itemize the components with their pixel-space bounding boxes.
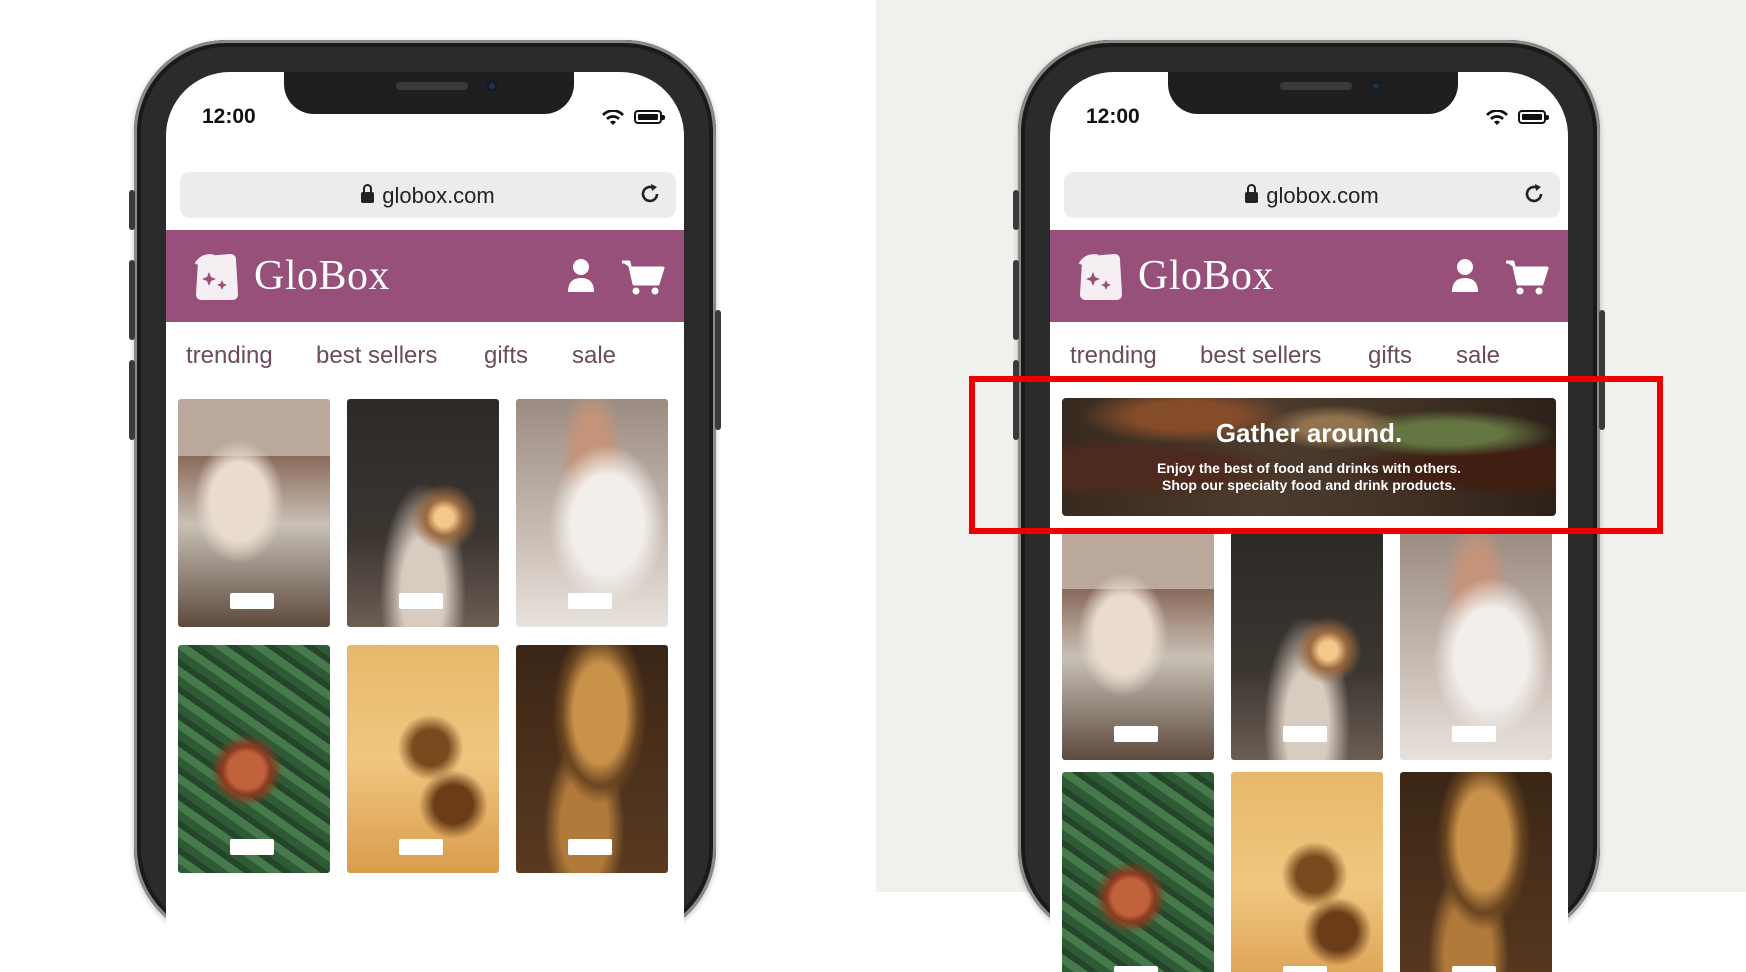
battery-icon (634, 110, 665, 124)
product-label (1452, 966, 1496, 972)
product-label (568, 839, 612, 855)
product-label (1114, 726, 1158, 742)
address-bar[interactable]: globox.com (180, 172, 676, 218)
product-tile[interactable] (1062, 772, 1214, 972)
url-text: globox.com (1266, 183, 1379, 208)
product-tile[interactable] (1400, 772, 1552, 972)
tab-sale[interactable]: sale (1456, 342, 1500, 370)
user-icon[interactable] (566, 258, 596, 294)
tab-gifts[interactable]: gifts (1368, 342, 1412, 370)
site-header: GloBox (1050, 230, 1568, 322)
product-tile[interactable] (516, 399, 668, 627)
product-label (1283, 726, 1327, 742)
address-bar[interactable]: globox.com (1064, 172, 1560, 218)
product-tile[interactable] (347, 645, 499, 873)
user-icon[interactable] (1450, 258, 1480, 294)
tab-sale[interactable]: sale (572, 342, 616, 370)
product-label (399, 593, 443, 609)
tab-gifts[interactable]: gifts (484, 342, 528, 370)
phone-mockup-left: 12:00 globox.com GloBox trending best se… (129, 40, 721, 972)
url-text: globox.com (382, 183, 495, 208)
product-tile[interactable] (516, 645, 668, 873)
product-tile[interactable] (1231, 772, 1383, 972)
product-label (568, 593, 612, 609)
category-nav: trending best sellers gifts sale (166, 322, 684, 390)
brand-name[interactable]: GloBox (1138, 252, 1274, 300)
url-display[interactable]: globox.com (180, 183, 676, 209)
product-label (230, 839, 274, 855)
site-header: GloBox (166, 230, 684, 322)
logo-icon[interactable] (1076, 252, 1124, 302)
tab-trending[interactable]: trending (1070, 342, 1157, 370)
logo-icon[interactable] (192, 252, 240, 302)
status-bar: 12:00 (1050, 102, 1568, 132)
wifi-icon (602, 110, 624, 125)
status-time: 12:00 (202, 105, 256, 128)
product-tile[interactable] (178, 399, 330, 627)
reload-icon[interactable] (1522, 182, 1546, 206)
product-tile[interactable] (347, 399, 499, 627)
reload-icon[interactable] (638, 182, 662, 206)
product-tile[interactable] (1231, 532, 1383, 760)
brand-name[interactable]: GloBox (254, 252, 390, 300)
cart-icon[interactable] (620, 258, 666, 296)
url-display[interactable]: globox.com (1064, 183, 1560, 209)
product-tile[interactable] (1400, 532, 1552, 760)
product-label (1283, 966, 1327, 972)
product-tile[interactable] (1062, 532, 1214, 760)
highlight-box (969, 376, 1663, 534)
tab-best-sellers[interactable]: best sellers (1200, 342, 1321, 370)
cart-icon[interactable] (1504, 258, 1550, 296)
product-label (230, 593, 274, 609)
status-bar: 12:00 (166, 102, 684, 132)
battery-icon (1518, 110, 1549, 124)
status-time: 12:00 (1086, 105, 1140, 128)
product-label (1114, 966, 1158, 972)
product-label (399, 839, 443, 855)
wifi-icon (1486, 110, 1508, 125)
lock-icon (1245, 184, 1259, 203)
lock-icon (361, 184, 375, 203)
product-label (1452, 726, 1496, 742)
product-tile[interactable] (178, 645, 330, 873)
tab-trending[interactable]: trending (186, 342, 273, 370)
phone-screen: 12:00 globox.com GloBox trending best se… (166, 72, 684, 972)
tab-best-sellers[interactable]: best sellers (316, 342, 437, 370)
